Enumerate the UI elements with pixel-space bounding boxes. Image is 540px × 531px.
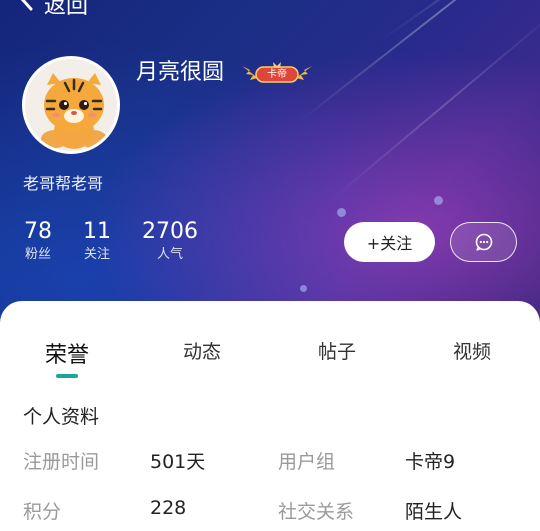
decor-dot	[337, 208, 346, 217]
light-streak	[299, 0, 540, 122]
username: 月亮很圆	[136, 60, 225, 85]
message-button[interactable]	[450, 222, 517, 262]
avatar[interactable]	[22, 56, 120, 154]
page-title: 返回	[44, 0, 89, 19]
info-label-points: 积分	[23, 501, 62, 523]
info-value-relationship: 陌生人	[405, 501, 463, 523]
user-bio: 老哥帮老哥	[23, 174, 104, 193]
info-value-user-group: 卡帝9	[405, 451, 456, 473]
stat-popularity[interactable]: 2706 人气	[138, 218, 202, 264]
info-label-register-time: 注册时间	[23, 451, 100, 473]
stat-value: 78	[24, 219, 52, 244]
info-label-relationship: 社交关系	[278, 501, 355, 523]
stat-following[interactable]: 11 关注	[77, 218, 117, 264]
active-tab-indicator	[56, 374, 78, 378]
stat-fans[interactable]: 78 粉丝	[18, 218, 58, 264]
tab-activity[interactable]: 动态	[162, 337, 242, 364]
decor-dot	[300, 285, 307, 292]
badge-label: 卡帝	[267, 69, 287, 80]
user-level-badge: 卡帝	[240, 60, 314, 86]
tab-videos[interactable]: 视频	[432, 337, 512, 364]
tab-posts[interactable]: 帖子	[297, 337, 377, 364]
light-streak	[329, 7, 540, 202]
chat-bubble-icon	[475, 233, 492, 251]
info-label-user-group: 用户组	[278, 451, 336, 473]
info-value-register-time: 501天	[150, 451, 206, 473]
profile-header-background	[0, 0, 540, 330]
back-arrow-icon[interactable]	[14, 0, 40, 12]
stat-label: 人气	[156, 247, 183, 262]
stat-label: 粉丝	[24, 247, 51, 262]
section-title: 个人资料	[23, 406, 100, 428]
follow-button[interactable]: +关注	[344, 222, 435, 262]
light-streak	[379, 0, 540, 42]
stat-label: 关注	[83, 247, 110, 262]
stat-value: 11	[83, 219, 111, 244]
tab-honors[interactable]: 荣誉	[27, 337, 107, 369]
stat-value: 2706	[142, 219, 198, 244]
decor-dot	[434, 196, 443, 205]
info-value-points: 228	[150, 497, 187, 519]
